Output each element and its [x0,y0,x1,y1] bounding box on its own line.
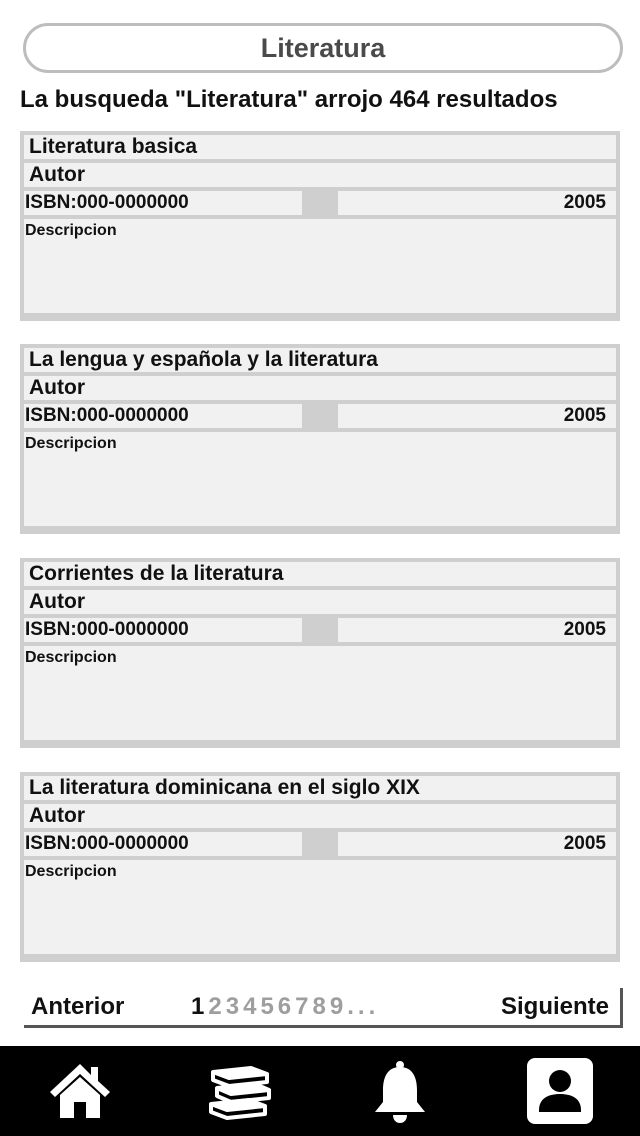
result-meta: ISBN:000-0000000 2005 [24,832,616,856]
result-author: Autor [24,163,616,187]
home-icon[interactable] [47,1058,113,1124]
result-author: Autor [24,376,616,400]
result-isbn: ISBN:000-0000000 [24,832,302,856]
result-card[interactable]: Corrientes de la literatura Autor ISBN:0… [20,558,620,748]
page-link-5[interactable]: 5 [260,993,273,1021]
page-link-7[interactable]: 7 [295,993,308,1021]
meta-divider [302,404,338,428]
page-numbers: 1 2 3 4 5 6 7 8 9 ... [191,993,383,1021]
prev-page-button[interactable]: Anterior [31,993,124,1021]
result-meta: ISBN:000-0000000 2005 [24,191,616,215]
results-summary: La busqueda "Literatura" arrojo 464 resu… [20,86,558,113]
page-link-6[interactable]: 6 [278,993,291,1021]
bell-icon[interactable] [367,1058,433,1124]
result-title[interactable]: La lengua y española y la literatura [24,348,616,372]
result-year: 2005 [338,618,616,642]
result-title[interactable]: Corrientes de la literatura [24,562,616,586]
result-year: 2005 [338,832,616,856]
meta-divider [302,618,338,642]
page-link-2[interactable]: 2 [208,993,221,1021]
page-link-8[interactable]: 8 [313,993,326,1021]
result-author: Autor [24,590,616,614]
result-meta: ISBN:000-0000000 2005 [24,404,616,428]
meta-divider [302,191,338,215]
result-author: Autor [24,804,616,828]
page-link-4[interactable]: 4 [243,993,256,1021]
profile-icon [539,1070,581,1112]
result-year: 2005 [338,404,616,428]
search-query: Literatura [260,32,386,63]
result-description: Descripcion [24,860,616,954]
result-card[interactable]: La literatura dominicana en el siglo XIX… [20,772,620,962]
books-icon[interactable] [207,1058,273,1124]
result-title[interactable]: La literatura dominicana en el siglo XIX [24,776,616,800]
search-input[interactable]: Literatura [23,23,623,73]
page-link-1[interactable]: 1 [191,993,204,1021]
page-ellipsis: ... [347,992,380,1020]
bottom-nav [0,1046,640,1136]
meta-divider [302,832,338,856]
result-year: 2005 [338,191,616,215]
result-meta: ISBN:000-0000000 2005 [24,618,616,642]
pagination: Anterior 1 2 3 4 5 6 7 8 9 ... Siguiente [24,988,623,1028]
profile-tab[interactable] [527,1058,593,1124]
next-page-button[interactable]: Siguiente [501,993,609,1021]
result-isbn: ISBN:000-0000000 [24,618,302,642]
result-title[interactable]: Literatura basica [24,135,616,159]
page-link-3[interactable]: 3 [226,993,239,1021]
result-isbn: ISBN:000-0000000 [24,191,302,215]
result-description: Descripcion [24,432,616,526]
result-card[interactable]: La lengua y española y la literatura Aut… [20,344,620,534]
result-description: Descripcion [24,646,616,740]
result-description: Descripcion [24,219,616,313]
page-link-9[interactable]: 9 [330,993,343,1021]
result-isbn: ISBN:000-0000000 [24,404,302,428]
result-card[interactable]: Literatura basica Autor ISBN:000-0000000… [20,131,620,321]
